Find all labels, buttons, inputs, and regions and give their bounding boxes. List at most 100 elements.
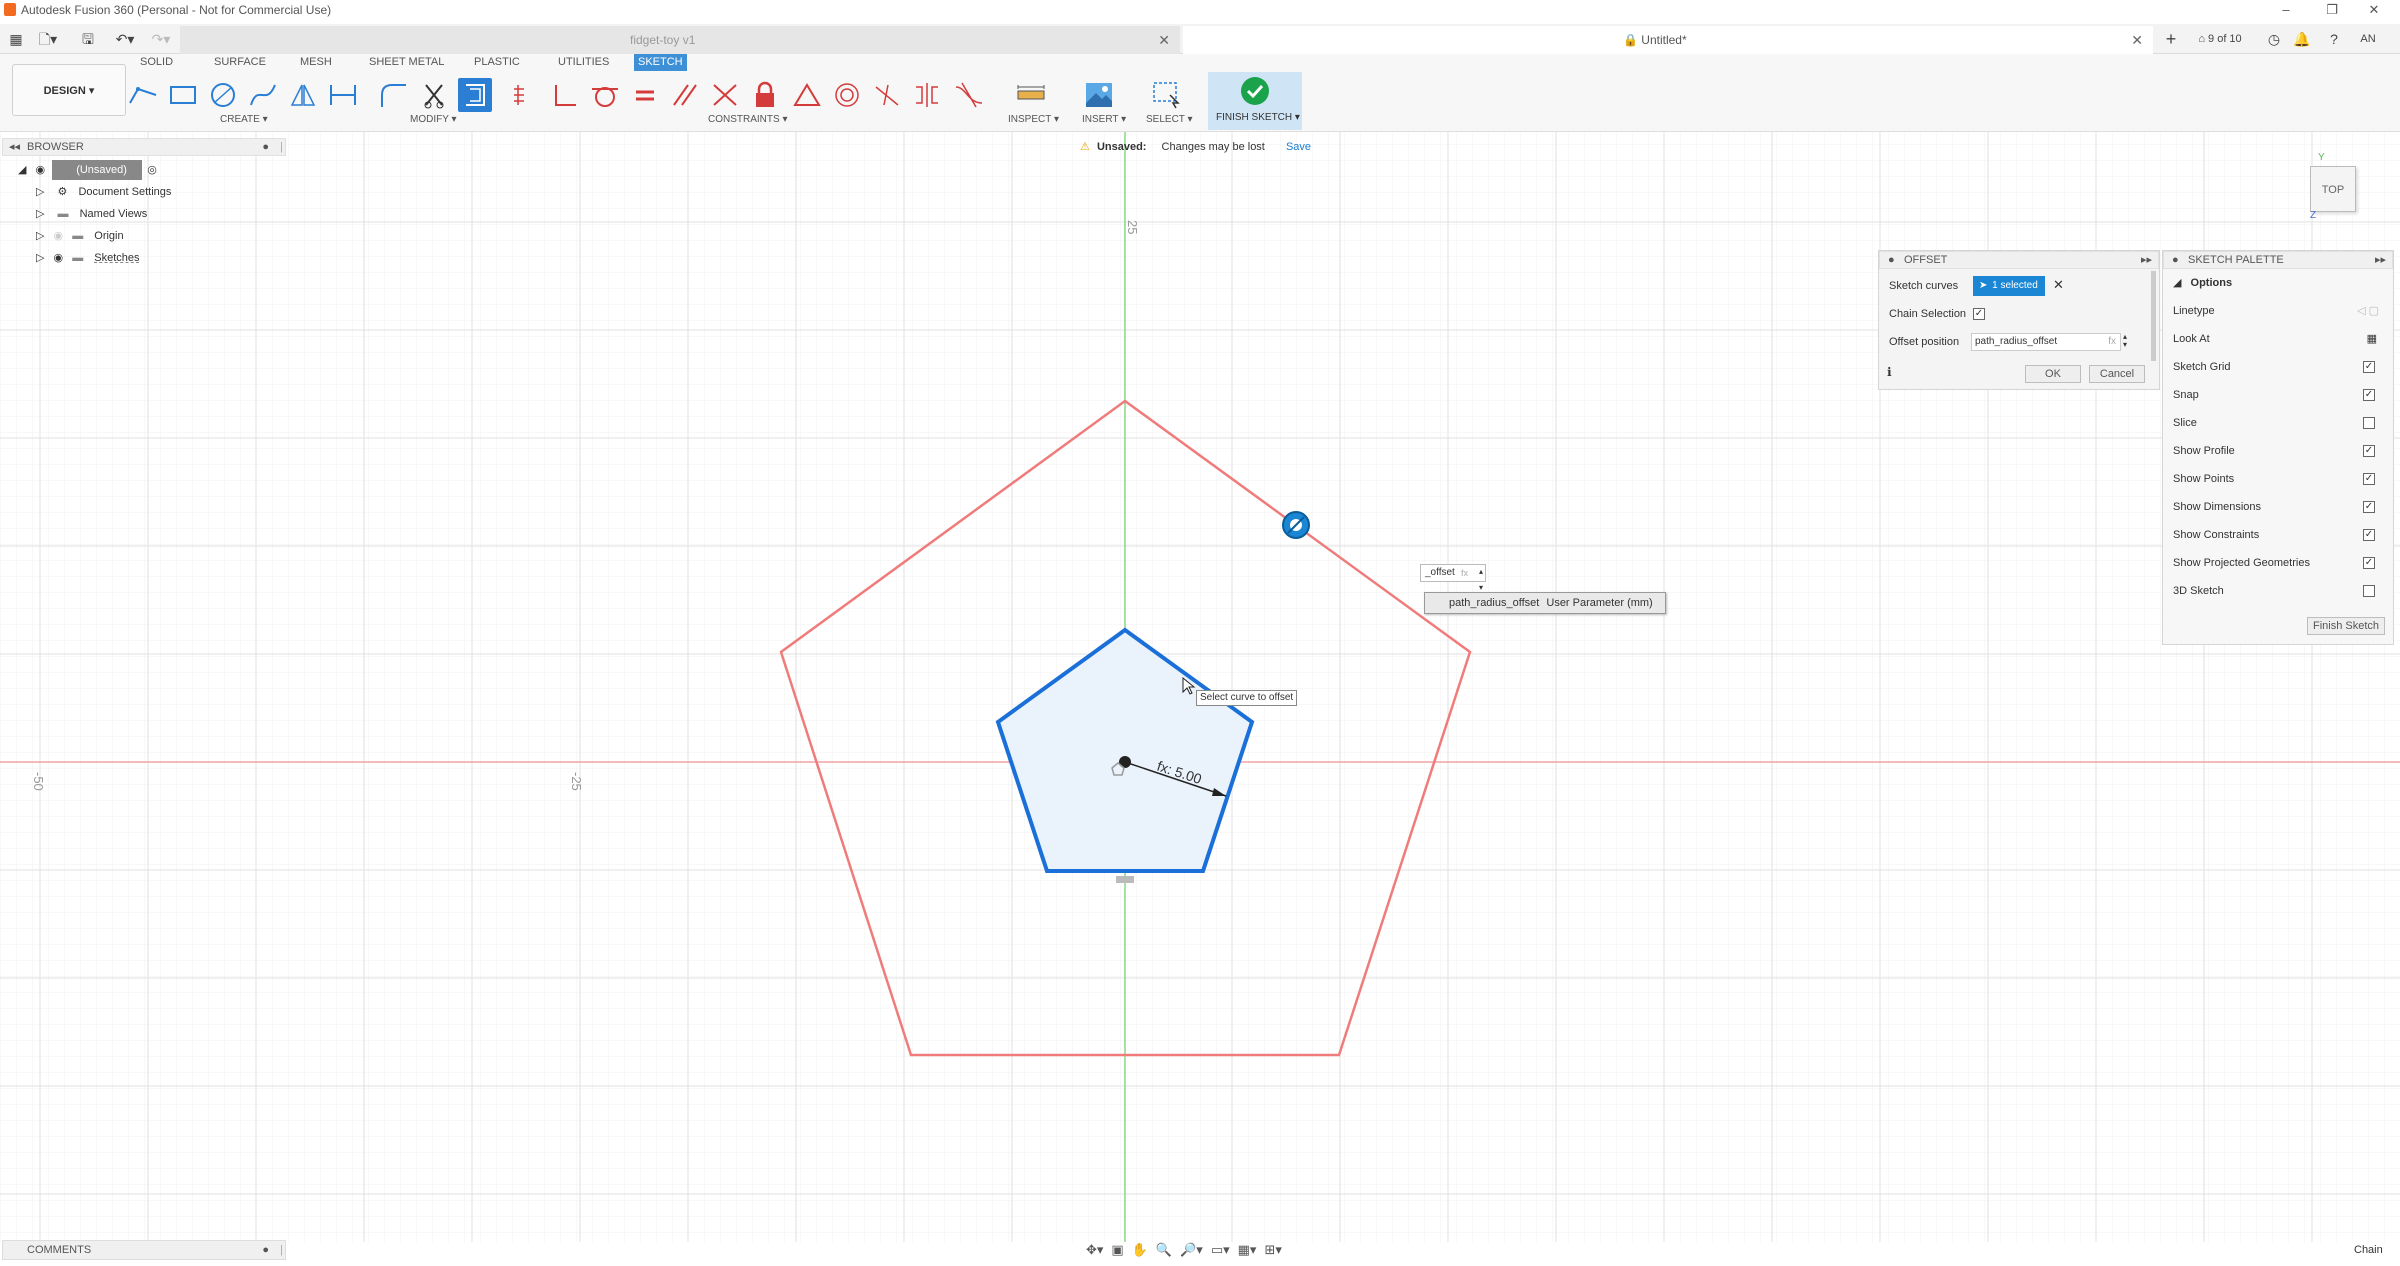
zoom-icon[interactable]: 🔍 xyxy=(1156,1242,1172,1258)
parameter-autocomplete[interactable]: path_radius_offset User Parameter (mm) xyxy=(1424,592,1666,614)
offset-dialog-header[interactable]: ● OFFSET ▸▸ xyxy=(1879,251,2159,269)
show-dimensions-checkbox[interactable]: ✓ xyxy=(2363,501,2375,513)
look-at-icon[interactable]: ▦ xyxy=(2367,329,2377,349)
linetype-icons[interactable]: ◁ ▢ xyxy=(2357,301,2379,321)
concentric-constraint-icon[interactable] xyxy=(830,78,864,112)
tab-fidget-toy[interactable]: fidget-toy v1 ✕ xyxy=(180,26,1180,54)
viewcube[interactable]: TOP xyxy=(2310,166,2356,212)
dialog-scrollbar[interactable] xyxy=(2151,271,2156,361)
eye-icon[interactable]: ◉ xyxy=(36,164,46,176)
eye-icon[interactable]: ◉ xyxy=(54,252,64,264)
expand-icon[interactable]: ▷ xyxy=(36,186,44,198)
select-window-icon[interactable] xyxy=(1150,78,1184,112)
ok-button[interactable]: OK xyxy=(2025,365,2081,383)
offset-position-input[interactable]: path_radius_offset fx xyxy=(1971,333,2121,351)
workspace-selector[interactable]: DESIGN ▾ xyxy=(12,64,126,116)
collapse-icon[interactable]: ◂◂ xyxy=(9,139,20,155)
browser-header[interactable]: ◂◂ BROWSER ● | xyxy=(2,138,286,156)
fit-zoom-icon[interactable]: 🔎▾ xyxy=(1180,1242,1203,1258)
midpoint-constraint-icon[interactable] xyxy=(870,78,904,112)
dimension-tool-icon[interactable] xyxy=(326,78,360,112)
perpendicular-constraint-icon[interactable] xyxy=(548,78,582,112)
restore-button[interactable]: ❐ xyxy=(2322,1,2342,19)
equal-constraint-icon[interactable] xyxy=(628,78,662,112)
tab-untitled[interactable]: 🔒 Untitled* ✕ xyxy=(1183,26,2153,54)
user-avatar[interactable]: AN xyxy=(2356,28,2380,50)
file-menu-icon[interactable]: 🗋▾ xyxy=(34,28,62,50)
display-settings-icon[interactable]: ▭▾ xyxy=(1211,1242,1230,1258)
save-link[interactable]: Save xyxy=(1286,141,1311,153)
symmetry-constraint-icon[interactable] xyxy=(910,78,944,112)
eye-hidden-icon[interactable]: ◉ xyxy=(54,230,64,242)
circle-tool-icon[interactable] xyxy=(206,78,240,112)
fx-icon[interactable]: fx xyxy=(2108,334,2116,350)
offset-tool-icon[interactable] xyxy=(458,78,492,112)
options-section[interactable]: ◢ Options xyxy=(2173,273,2383,293)
fillet-tool-icon[interactable] xyxy=(376,78,410,112)
help-icon[interactable]: ? xyxy=(2324,28,2344,50)
job-status[interactable]: ⌂ 9 of 10 xyxy=(2190,28,2250,50)
tab-mesh[interactable]: MESH xyxy=(296,54,336,71)
orbit-icon[interactable]: ✥▾ xyxy=(1086,1242,1103,1258)
show-profile-checkbox[interactable]: ✓ xyxy=(2363,445,2375,457)
arc-tool-icon[interactable] xyxy=(246,78,280,112)
offset-value-input[interactable]: _offset fx ▴ ▾ xyxy=(1420,564,1486,592)
tree-item-origin[interactable]: ▷ ◉ ▬ Origin xyxy=(36,226,124,246)
clock-icon[interactable]: ◷ xyxy=(2264,28,2284,50)
tab-utilities[interactable]: UTILITIES xyxy=(554,54,613,71)
comments-pin-icon[interactable]: ● xyxy=(262,1241,269,1259)
pin-icon[interactable]: ● xyxy=(262,139,269,155)
expand-dialog-icon[interactable]: ▸▸ xyxy=(2141,252,2152,268)
selection-button[interactable]: ➤ 1 selected xyxy=(1973,276,2045,296)
modify-group-label[interactable]: MODIFY ▾ xyxy=(410,114,457,125)
grid-settings-icon[interactable]: ▦▾ xyxy=(1238,1242,1257,1258)
fix-constraint-lock-icon[interactable] xyxy=(748,78,782,112)
expand-icon[interactable]: ▷ xyxy=(36,230,44,242)
close-tab-icon[interactable]: ✕ xyxy=(1158,26,1170,54)
slice-checkbox[interactable] xyxy=(2363,417,2375,429)
chain-selection-checkbox[interactable]: ✓ xyxy=(1973,308,1985,320)
new-tab-icon[interactable]: + xyxy=(2160,28,2182,50)
tab-surface[interactable]: SURFACE xyxy=(210,54,270,71)
apps-grid-icon[interactable]: ▦ xyxy=(6,28,26,50)
comments-panel[interactable]: COMMENTS ● | xyxy=(2,1240,286,1260)
notifications-icon[interactable]: 🔔 xyxy=(2292,28,2312,50)
tree-item-named-views[interactable]: ▷ ▬ Named Views xyxy=(36,204,147,224)
viewports-icon[interactable]: ⊞▾ xyxy=(1264,1242,1281,1258)
expand-icon[interactable]: ▷ xyxy=(36,252,44,264)
tangent-constraint-icon[interactable] xyxy=(588,78,622,112)
insert-group-label[interactable]: INSERT ▾ xyxy=(1082,114,1126,125)
offset-manipulator-icon[interactable] xyxy=(1282,511,1310,539)
tab-sketch[interactable]: SKETCH xyxy=(634,54,687,71)
look-at-nav-icon[interactable]: ▣ xyxy=(1111,1242,1123,1258)
expand-palette-icon[interactable]: ▸▸ xyxy=(2375,252,2386,268)
show-points-checkbox[interactable]: ✓ xyxy=(2363,473,2375,485)
curvature-constraint-icon[interactable] xyxy=(952,78,986,112)
finish-sketch-palette-button[interactable]: Finish Sketch xyxy=(2307,617,2385,635)
finish-sketch-button[interactable]: FINISH SKETCH ▾ xyxy=(1208,72,1302,130)
tab-plastic[interactable]: PLASTIC xyxy=(470,54,524,71)
info-icon[interactable]: ℹ xyxy=(1887,365,1892,379)
select-group-label[interactable]: SELECT ▾ xyxy=(1146,114,1193,125)
expand-icon[interactable]: ▷ xyxy=(36,208,44,220)
expand-icon[interactable]: ◢ xyxy=(18,164,26,176)
minimize-button[interactable]: – xyxy=(2276,1,2296,19)
create-group-label[interactable]: CREATE ▾ xyxy=(220,114,268,125)
section-collapse-icon[interactable]: ◢ xyxy=(2173,277,2181,289)
activate-radio-icon[interactable]: ◎ xyxy=(147,164,157,176)
show-projected-geometries-checkbox[interactable]: ✓ xyxy=(2363,557,2375,569)
pan-hand-icon[interactable]: ✋ xyxy=(1132,1242,1148,1258)
offset-spinner-icon[interactable]: ▴ ▾ xyxy=(2123,333,2127,349)
close-window-button[interactable]: ✕ xyxy=(2364,1,2384,19)
tree-root[interactable]: ◢ ◉ (Unsaved) ◎ xyxy=(18,160,157,180)
sketch-palette-header[interactable]: ● SKETCH PALETTE ▸▸ xyxy=(2163,251,2393,269)
close-tab-icon[interactable]: ✕ xyxy=(2131,26,2143,54)
tree-item-document-settings[interactable]: ▷ ⚙ Document Settings xyxy=(36,182,171,202)
fx-icon[interactable]: fx xyxy=(1461,565,1468,581)
mirror-tool-icon[interactable] xyxy=(286,78,320,112)
horizontal-vertical-constraint-icon[interactable] xyxy=(508,78,542,112)
constraints-group-label[interactable]: CONSTRAINTS ▾ xyxy=(708,114,787,125)
triangle-constraint-icon[interactable] xyxy=(790,78,824,112)
cancel-button[interactable]: Cancel xyxy=(2089,365,2145,383)
tree-item-sketches[interactable]: ▷ ◉ ▬ Sketches xyxy=(36,248,140,268)
